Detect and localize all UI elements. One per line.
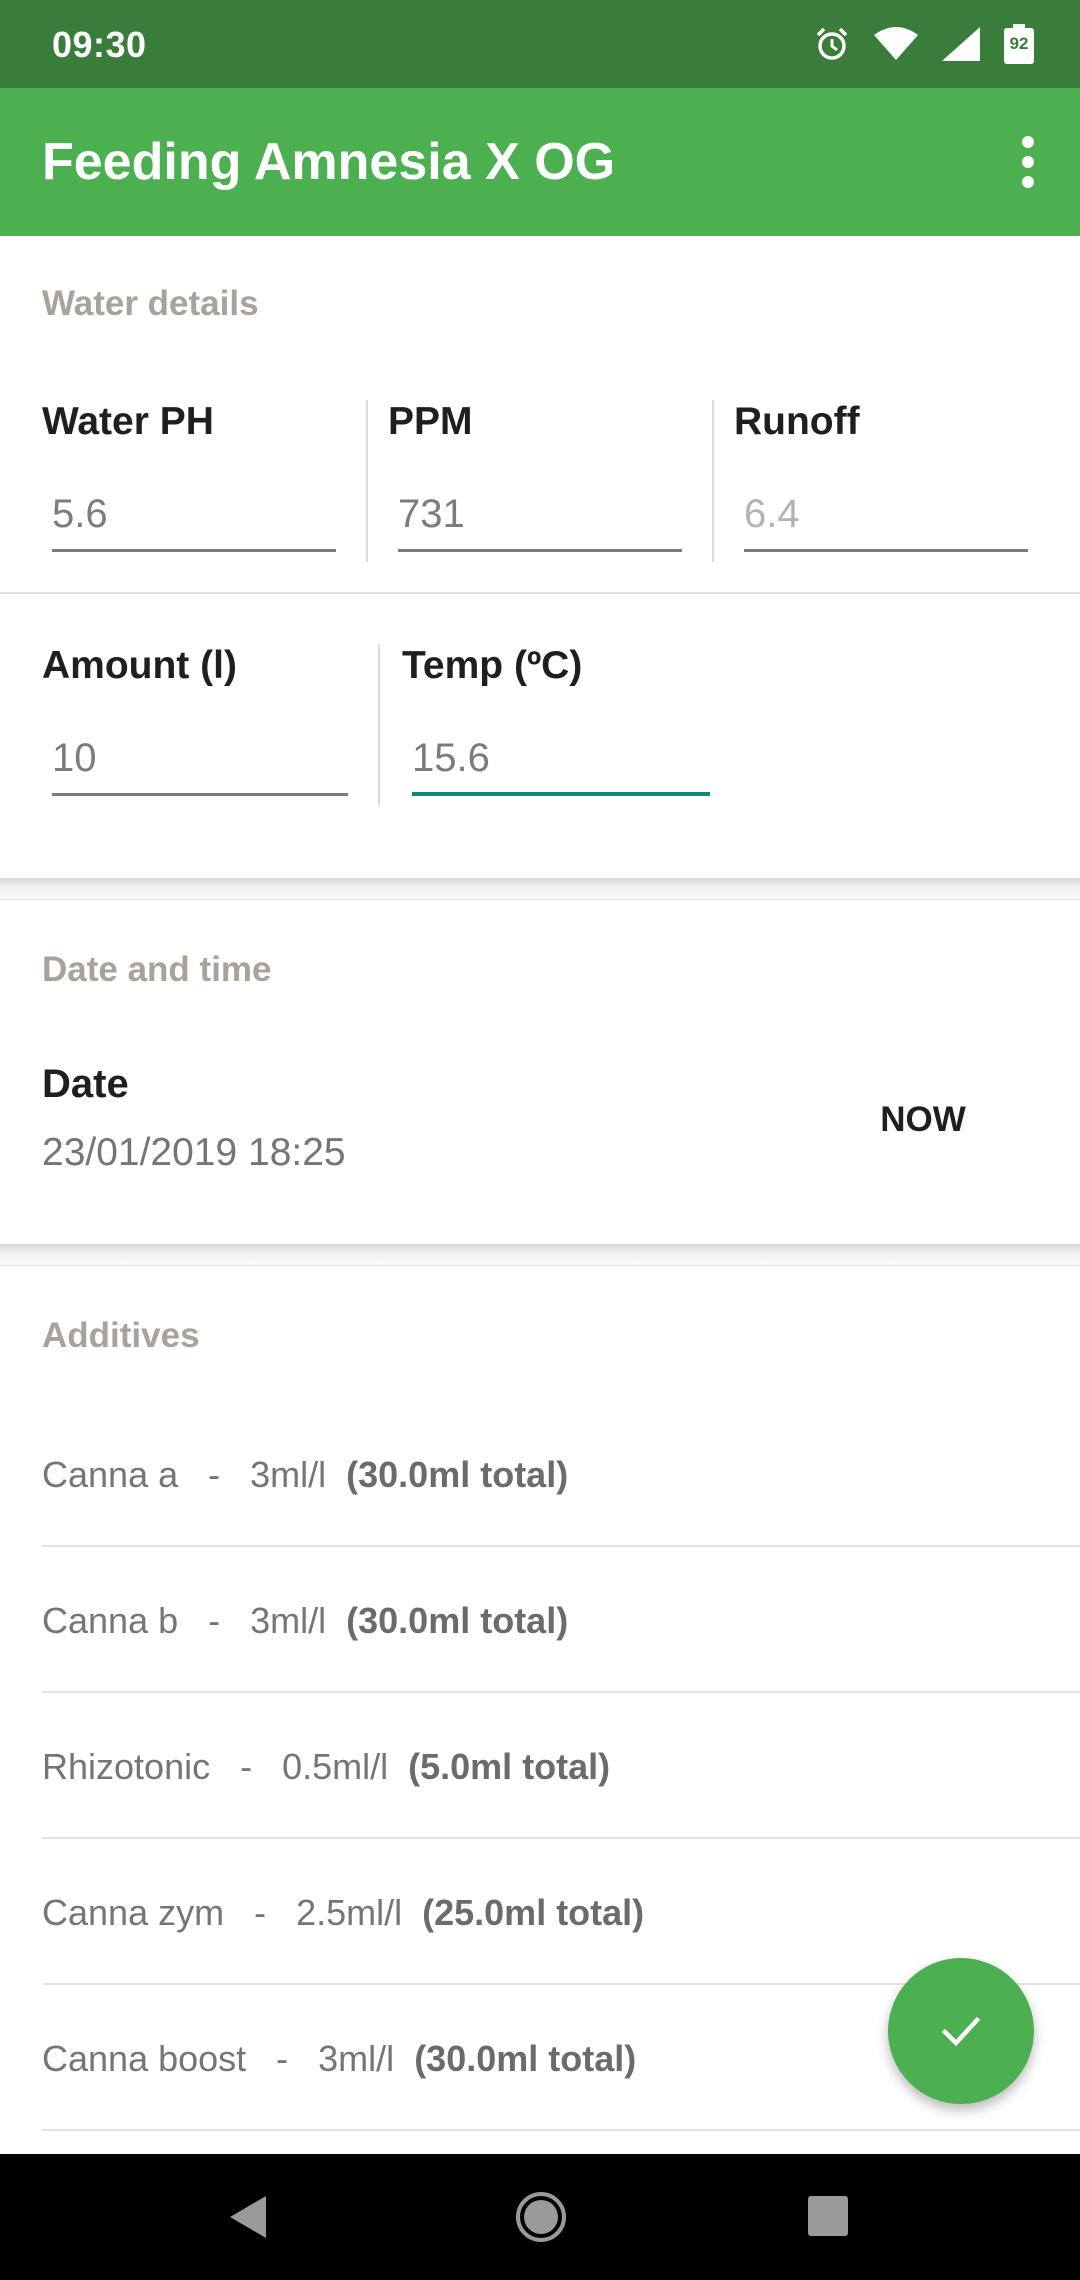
additive-rate: 3ml/l: [250, 1600, 327, 1641]
system-nav-bar: [0, 2154, 1080, 2280]
page-title: Feeding Amnesia X OG: [42, 133, 616, 191]
status-bar: 09:30 92: [0, 0, 1080, 88]
additive-item[interactable]: Rhizotonic - 0.5ml/l (5.0ml total): [42, 1746, 610, 1788]
list-divider: [42, 1691, 1080, 1693]
card-separator: [0, 878, 1080, 900]
check-icon: [941, 2016, 981, 2047]
ppm-label: PPM: [388, 400, 473, 443]
battery-icon: 92: [1004, 24, 1034, 64]
signal-icon: [942, 27, 980, 61]
date-label: Date: [42, 1062, 129, 1106]
field-divider: [712, 400, 714, 562]
additive-rate: 3ml/l: [250, 1454, 327, 1495]
amount-label: Amount (l): [42, 644, 237, 687]
date-time-title: Date and time: [42, 950, 272, 989]
card-separator: [0, 1244, 1080, 1266]
app-bar: Feeding Amnesia X OG: [0, 88, 1080, 236]
recents-icon[interactable]: [808, 2196, 848, 2236]
additive-name: Canna zym: [42, 1892, 225, 1933]
additive-name: Canna b: [42, 1600, 179, 1641]
additive-rate: 2.5ml/l: [296, 1892, 403, 1933]
list-divider: [42, 1545, 1080, 1547]
additive-item[interactable]: Canna a - 3ml/l (30.0ml total): [42, 1454, 568, 1496]
runoff-input[interactable]: [744, 480, 1028, 552]
list-divider: [42, 2129, 1080, 2131]
home-icon[interactable]: [516, 2192, 566, 2242]
temp-input[interactable]: [412, 724, 710, 796]
water-ph-input[interactable]: [52, 480, 336, 552]
status-icons: 92: [814, 24, 1034, 64]
field-divider: [366, 400, 368, 562]
amount-input[interactable]: [52, 724, 348, 796]
ppm-input[interactable]: [398, 480, 682, 552]
status-time: 09:30: [52, 24, 147, 65]
additive-name: Canna a: [42, 1454, 179, 1495]
additive-item[interactable]: Canna zym - 2.5ml/l (25.0ml total): [42, 1892, 644, 1934]
wifi-icon: [874, 27, 918, 60]
additive-rate: 3ml/l: [318, 2038, 395, 2079]
row-divider: [0, 592, 1080, 594]
additives-title: Additives: [42, 1316, 200, 1355]
water-ph-label: Water PH: [42, 400, 214, 443]
additive-item[interactable]: Canna boost - 3ml/l (30.0ml total): [42, 2038, 636, 2080]
additive-total: (5.0ml total): [408, 1746, 611, 1787]
additive-total: (25.0ml total): [422, 1892, 645, 1933]
save-fab-button[interactable]: [888, 1958, 1034, 2104]
additive-name: Canna boost: [42, 2038, 247, 2079]
additive-item[interactable]: Canna b - 3ml/l (30.0ml total): [42, 1600, 568, 1642]
now-button[interactable]: NOW: [850, 1090, 996, 1150]
field-divider: [378, 644, 380, 806]
date-value[interactable]: 23/01/2019 18:25: [42, 1131, 346, 1175]
temp-label: Temp (ºC): [402, 644, 583, 687]
overflow-menu-icon[interactable]: [1000, 130, 1056, 194]
additive-rate: 0.5ml/l: [282, 1746, 389, 1787]
additive-total: (30.0ml total): [414, 2038, 637, 2079]
list-divider: [42, 1837, 1080, 1839]
back-icon[interactable]: [228, 2194, 268, 2240]
runoff-label: Runoff: [734, 400, 860, 443]
battery-level: 92: [1009, 34, 1029, 53]
additive-name: Rhizotonic: [42, 1746, 211, 1787]
water-details-title: Water details: [42, 284, 259, 323]
additive-total: (30.0ml total): [346, 1454, 569, 1495]
additive-total: (30.0ml total): [346, 1600, 569, 1641]
alarm-icon: [816, 27, 848, 60]
